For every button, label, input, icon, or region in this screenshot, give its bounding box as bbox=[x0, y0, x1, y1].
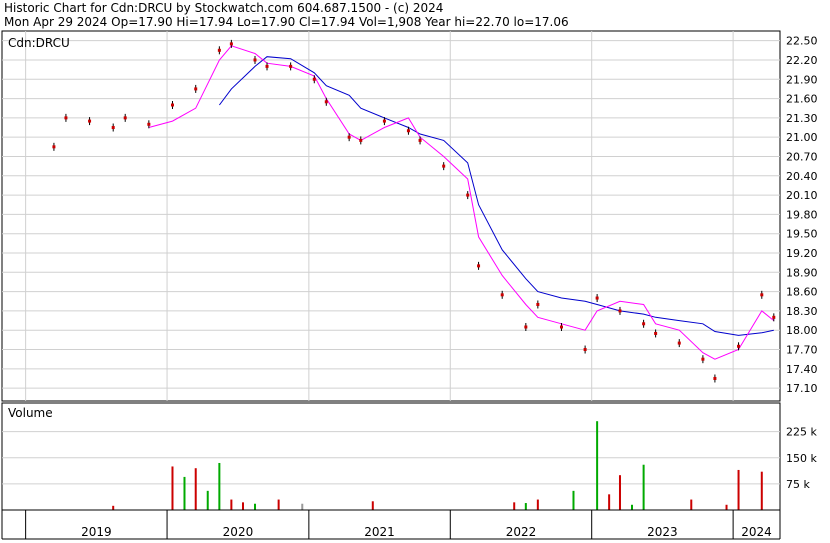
price-point bbox=[654, 331, 658, 335]
volume-bar bbox=[690, 499, 693, 510]
price-point bbox=[772, 315, 776, 319]
price-tick-label: 18.60 bbox=[786, 286, 818, 299]
price-point bbox=[147, 122, 151, 126]
volume-tick-label: 75 k bbox=[786, 478, 810, 491]
price-plot-frame bbox=[1, 30, 781, 402]
price-point bbox=[595, 296, 599, 300]
price-point bbox=[406, 129, 410, 133]
price-panel: 22.50 22.20 21.90 21.60 21.30 21.00 20.70 20.40… bbox=[1, 30, 818, 402]
price-point bbox=[442, 164, 446, 168]
price-point bbox=[559, 325, 563, 329]
year-label: 2024 bbox=[741, 525, 772, 539]
volume-bar bbox=[218, 462, 221, 510]
volume-title: Volume bbox=[8, 406, 53, 420]
price-point bbox=[418, 138, 422, 142]
volume-bar bbox=[630, 504, 633, 510]
price-point bbox=[583, 348, 587, 352]
price-point bbox=[701, 357, 705, 361]
price-point bbox=[289, 64, 293, 68]
volume-bar bbox=[277, 499, 280, 510]
price-point bbox=[677, 341, 681, 345]
volume-plot-frame bbox=[1, 402, 781, 511]
volume-bar bbox=[230, 499, 233, 510]
volume-bar bbox=[524, 503, 527, 510]
price-point bbox=[466, 193, 470, 197]
volume-bar bbox=[596, 421, 599, 510]
year-label: 2023 bbox=[647, 525, 678, 539]
price-tick-label: 19.80 bbox=[786, 208, 818, 221]
price-tick-label: 20.40 bbox=[786, 170, 818, 183]
price-tick-label: 20.10 bbox=[786, 189, 818, 202]
volume-bar bbox=[513, 502, 516, 510]
year-label: 2022 bbox=[506, 525, 537, 539]
price-tick-label: 21.60 bbox=[786, 93, 818, 106]
volume-tick-label: 225 k bbox=[786, 426, 817, 439]
price-point bbox=[123, 116, 127, 120]
ticker-label: Cdn:DRCU bbox=[8, 36, 70, 50]
price-point bbox=[64, 116, 68, 120]
price-point bbox=[253, 58, 257, 62]
price-point bbox=[312, 77, 316, 81]
price-point bbox=[265, 64, 269, 68]
volume-bar bbox=[536, 499, 539, 510]
price-point bbox=[88, 119, 92, 123]
price-point bbox=[500, 293, 504, 297]
price-tick-label: 17.40 bbox=[786, 363, 818, 376]
volume-bar bbox=[642, 464, 645, 510]
price-point bbox=[111, 126, 115, 130]
price-point bbox=[618, 309, 622, 313]
price-tick-label: 18.90 bbox=[786, 266, 818, 279]
price-tick-label: 21.90 bbox=[786, 73, 818, 86]
volume-bar bbox=[112, 505, 115, 510]
price-tick-label: 22.50 bbox=[786, 35, 818, 48]
price-tick-label: 19.20 bbox=[786, 247, 818, 260]
price-point bbox=[642, 322, 646, 326]
volume-tick-label: 150 k bbox=[786, 452, 817, 465]
price-tick-label: 20.70 bbox=[786, 150, 818, 163]
price-point bbox=[52, 145, 56, 149]
year-label: 2020 bbox=[223, 525, 254, 539]
volume-bar bbox=[618, 475, 621, 510]
stock-chart: 22.50 22.20 21.90 21.60 21.30 21.00 20.70 20.40… bbox=[1, 30, 818, 540]
price-point bbox=[347, 135, 351, 139]
volume-bar bbox=[194, 468, 197, 510]
volume-bar bbox=[171, 466, 174, 510]
price-tick-label: 21.30 bbox=[786, 112, 818, 125]
price-point bbox=[324, 100, 328, 104]
date-axis: 2019 2020 2021 2022 2023 2024 bbox=[1, 509, 781, 540]
volume-bar bbox=[301, 503, 304, 510]
volume-bar bbox=[608, 494, 611, 510]
price-point bbox=[713, 376, 717, 380]
price-point bbox=[170, 103, 174, 107]
year-label: 2019 bbox=[81, 525, 112, 539]
price-tick-label: 18.30 bbox=[786, 305, 818, 318]
price-point bbox=[477, 264, 481, 268]
volume-bar bbox=[760, 471, 763, 510]
price-tick-label: 21.00 bbox=[786, 131, 818, 144]
price-tick-label: 19.50 bbox=[786, 228, 818, 241]
volume-bar bbox=[241, 502, 244, 510]
volume-bar bbox=[572, 490, 575, 510]
price-point bbox=[359, 138, 363, 142]
volume-bar bbox=[737, 469, 740, 510]
volume-bar bbox=[254, 503, 257, 510]
price-tick-label: 22.20 bbox=[786, 54, 818, 67]
price-point bbox=[217, 48, 221, 52]
price-point bbox=[229, 42, 233, 46]
volume-panel: Volume 225 k 150 k 75 k bbox=[1, 402, 817, 511]
volume-bar bbox=[183, 476, 186, 510]
price-point bbox=[760, 293, 764, 297]
price-point bbox=[382, 119, 386, 123]
volume-bar bbox=[371, 501, 374, 510]
volume-bar bbox=[206, 490, 209, 510]
price-tick-label: 17.10 bbox=[786, 382, 818, 395]
price-point bbox=[737, 344, 741, 348]
price-point bbox=[524, 325, 528, 329]
price-tick-label: 17.70 bbox=[786, 344, 818, 357]
year-label: 2021 bbox=[364, 525, 395, 539]
price-tick-label: 18.00 bbox=[786, 324, 818, 337]
price-point bbox=[194, 87, 198, 91]
volume-bar bbox=[725, 504, 728, 510]
price-point bbox=[536, 302, 540, 306]
